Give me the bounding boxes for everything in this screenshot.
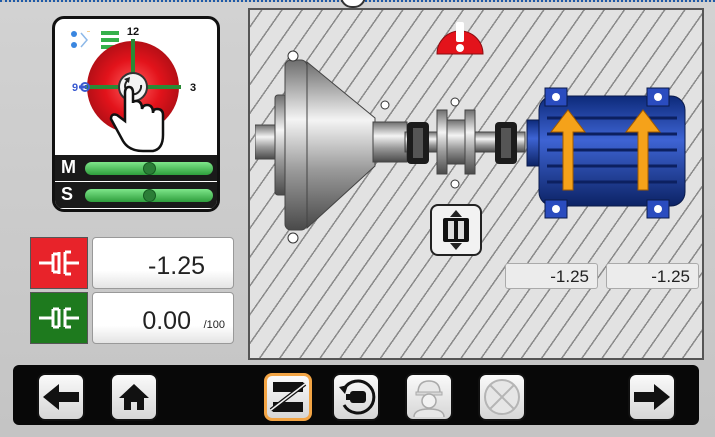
- vertical-reading-field[interactable]: 0.00 /100: [92, 292, 234, 344]
- home-button[interactable]: [110, 373, 158, 421]
- level-label-s: S: [61, 184, 74, 204]
- coupling-horizontal-icon: [39, 250, 79, 276]
- next-button[interactable]: [628, 373, 676, 421]
- clock-view: 12 3 9: [72, 26, 196, 153]
- clock-label-9: 9: [72, 82, 78, 94]
- pump: [255, 50, 408, 244]
- softfoot-button[interactable]: [264, 373, 312, 421]
- sensor-vertical-icon: [443, 210, 469, 250]
- rear-foot-value: -1.25: [606, 263, 699, 289]
- arrow-left-icon: [43, 384, 79, 410]
- sensor-m: [495, 122, 517, 164]
- horizontal-reading-button[interactable]: [30, 237, 88, 289]
- home-icon: [119, 384, 149, 410]
- coupling: [436, 97, 476, 189]
- back-button[interactable]: [37, 373, 85, 421]
- motor: [526, 87, 686, 219]
- level-bubble-m: [143, 162, 156, 175]
- front-foot-value: -1.25: [505, 263, 598, 289]
- horizontal-reading-field[interactable]: -1.25: [92, 237, 234, 289]
- softfoot-icon: [269, 382, 307, 412]
- vertical-reading-button[interactable]: [30, 292, 88, 344]
- measurement-settings-button[interactable]: [478, 373, 526, 421]
- operator-button[interactable]: [405, 373, 453, 421]
- sensor-orientation-button[interactable]: [430, 204, 482, 256]
- alignment-status-panel: 12 3 9 M S: [52, 16, 220, 212]
- coupling-vertical-icon: [39, 307, 79, 329]
- horizontal-reading-value: -1.25: [148, 252, 205, 280]
- clock-positions-icon: [484, 379, 520, 415]
- level-bar-m: [85, 162, 213, 175]
- level-label-m: M: [61, 157, 76, 177]
- sensor-s: [407, 122, 429, 164]
- exclamation-icon[interactable]: [435, 16, 485, 58]
- level-bubble-s: [143, 189, 156, 202]
- vertical-reading-unit: /100: [203, 319, 225, 331]
- vertical-reading-value: 0.00: [142, 307, 191, 335]
- level-row-m: M: [55, 155, 217, 181]
- level-row-s: S: [55, 182, 217, 208]
- arrow-right-icon: [634, 384, 670, 410]
- rotate-measure-button[interactable]: [332, 373, 380, 421]
- clock-label-12: 12: [127, 26, 139, 38]
- rotate-motor-icon: [339, 379, 376, 415]
- level-bar-s: [85, 189, 213, 202]
- engineer-icon: [413, 380, 445, 417]
- clock-label-3: 3: [190, 82, 196, 94]
